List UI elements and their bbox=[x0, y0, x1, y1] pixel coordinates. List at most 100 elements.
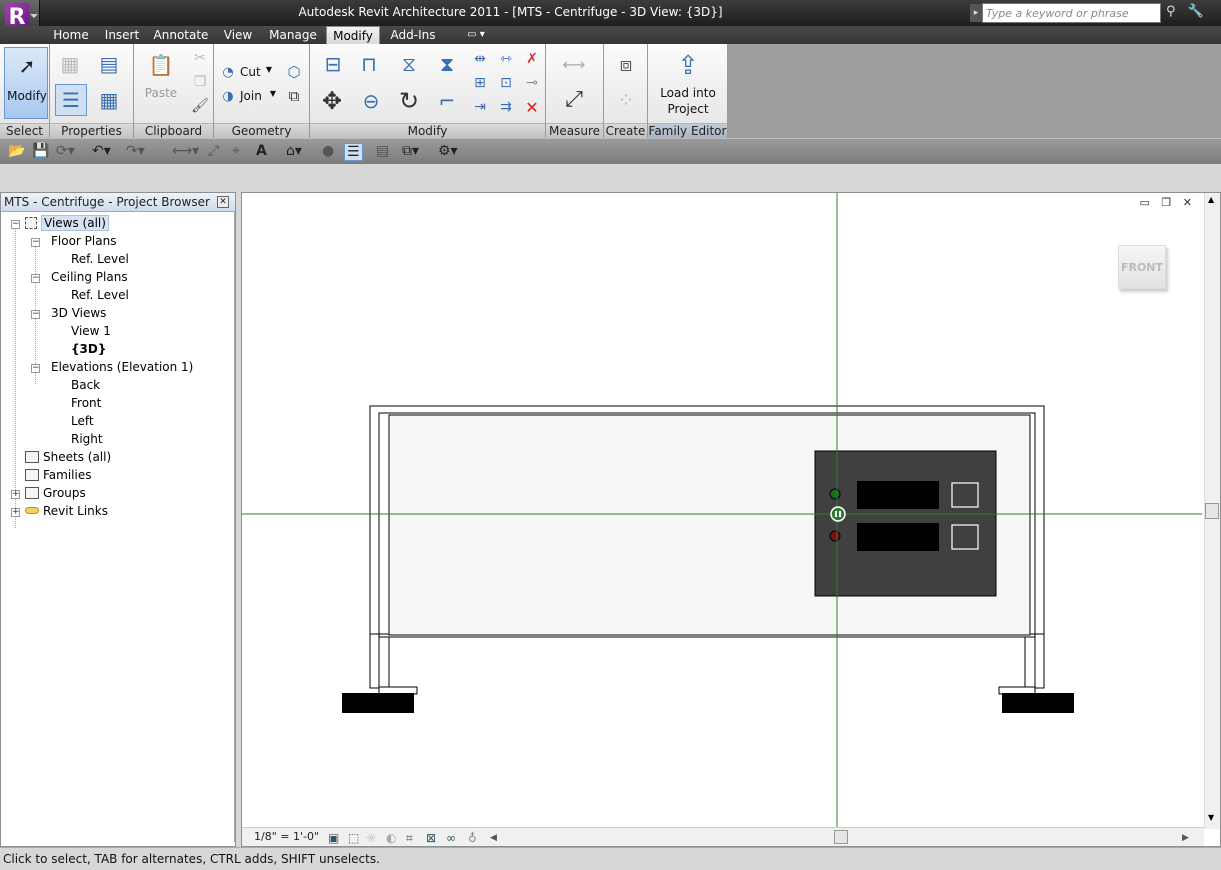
show-crop-icon[interactable]: ⊠ bbox=[426, 829, 436, 846]
align-icon[interactable]: ⊟ bbox=[316, 48, 350, 80]
text-quick-icon[interactable]: A bbox=[256, 143, 267, 159]
panel-family-editor-label[interactable]: Family Editor bbox=[648, 123, 727, 138]
match-properties-icon[interactable]: 🖌 bbox=[190, 96, 210, 116]
panel-properties-label[interactable]: Properties bbox=[50, 123, 133, 138]
horizontal-scroll-thumb[interactable] bbox=[834, 830, 848, 844]
tree-elev-left[interactable]: Left bbox=[71, 412, 94, 430]
trim-single-icon[interactable]: ⇥ bbox=[470, 96, 490, 118]
tree-elevations[interactable]: Elevations (Elevation 1) bbox=[51, 358, 193, 376]
tree-elev-right[interactable]: Right bbox=[71, 430, 103, 448]
collapse-toggle[interactable]: − bbox=[31, 274, 40, 283]
tree-floor-plans[interactable]: Floor Plans bbox=[51, 232, 116, 250]
open-icon[interactable]: 📂 bbox=[8, 143, 25, 159]
switch-windows-icon[interactable]: ⧉▾ bbox=[402, 143, 419, 159]
panel-modify-label[interactable]: Modify bbox=[310, 123, 545, 138]
trim-extend-corner-icon[interactable]: ⌐ bbox=[430, 84, 464, 118]
create-group-icon[interactable]: ⁘ bbox=[610, 84, 642, 116]
view-scale[interactable]: 1/8" = 1'-0" bbox=[254, 828, 319, 846]
close-icon[interactable]: ✕ bbox=[217, 196, 229, 208]
split-element-icon[interactable]: ⇹ bbox=[470, 48, 490, 70]
panel-geometry-label[interactable]: Geometry bbox=[214, 123, 309, 138]
tree-elev-back[interactable]: Back bbox=[71, 376, 100, 394]
split-face-icon[interactable]: ⧉ bbox=[284, 86, 304, 106]
delete-icon[interactable]: ✕ bbox=[522, 96, 542, 118]
tag-quick-icon[interactable]: ⌖ bbox=[232, 143, 240, 159]
model-view[interactable] bbox=[242, 193, 1202, 829]
collapse-toggle[interactable]: − bbox=[31, 364, 40, 373]
search-expand-arrow-icon[interactable]: ▸ bbox=[970, 4, 982, 22]
create-similar-icon[interactable]: ⧈ bbox=[610, 48, 642, 80]
scale-icon[interactable]: ⊡ bbox=[496, 72, 516, 94]
search-input[interactable] bbox=[982, 3, 1161, 23]
pin-icon[interactable]: ⊸ bbox=[522, 72, 542, 94]
measure-quick-icon[interactable]: ⟷▾ bbox=[172, 143, 199, 159]
tree-groups[interactable]: Groups bbox=[25, 484, 86, 502]
collapse-toggle[interactable]: − bbox=[31, 310, 40, 319]
tree-sheets[interactable]: Sheets (all) bbox=[25, 448, 111, 466]
button-bottom[interactable] bbox=[951, 524, 979, 550]
copy-icon[interactable]: ❐ bbox=[190, 72, 210, 92]
tree-views-all[interactable]: Views (all) bbox=[25, 214, 109, 232]
measure-between-refs-icon[interactable]: ⟷ bbox=[554, 54, 594, 74]
mirror-draw-axis-icon[interactable]: ⧗ bbox=[430, 48, 464, 80]
tab-annotate[interactable]: Annotate bbox=[151, 26, 211, 44]
tab-manage[interactable]: Manage bbox=[265, 26, 321, 44]
panel-clipboard-label[interactable]: Clipboard bbox=[134, 123, 213, 138]
cut-scissors-icon[interactable]: ✂ bbox=[190, 48, 210, 68]
binoculars-icon[interactable]: ⚲ 🔧 bbox=[1166, 4, 1208, 19]
tab-modify[interactable]: Modify bbox=[326, 26, 380, 45]
tree-ceiling-ref-level[interactable]: Ref. Level bbox=[71, 286, 129, 304]
vertical-scroll-thumb[interactable] bbox=[1205, 503, 1219, 519]
section-quick-icon[interactable]: ● bbox=[322, 143, 334, 159]
array-icon[interactable]: ⊞ bbox=[470, 72, 490, 94]
tree-families[interactable]: Families bbox=[25, 466, 91, 484]
move-icon[interactable]: ✥ bbox=[314, 84, 350, 118]
collapse-toggle[interactable]: − bbox=[11, 220, 20, 229]
cope-icon[interactable]: ⬡ bbox=[284, 62, 304, 82]
redo-icon[interactable]: ↷▾ bbox=[126, 143, 145, 159]
load-into-project-icon[interactable]: ⇪ bbox=[670, 48, 706, 84]
rotate-icon[interactable]: ↻ bbox=[392, 84, 426, 118]
drawing-area[interactable]: ▭ ❐ ✕ FRONT ▲ ▼ 1/8" = 1'-0" ▣ ⬚ ☼ ◐ ⌗ ⊠… bbox=[241, 192, 1221, 847]
tab-insert[interactable]: Insert bbox=[101, 26, 143, 44]
customize-qat-icon[interactable]: ⚙▾ bbox=[438, 143, 458, 159]
modify-button[interactable]: ➚ Modify bbox=[4, 47, 48, 119]
tree-revit-links[interactable]: Revit Links bbox=[25, 502, 108, 520]
sync-icon[interactable]: ⟳▾ bbox=[56, 143, 75, 159]
thin-lines-icon[interactable]: ☰ bbox=[344, 143, 363, 161]
tree-view-1[interactable]: View 1 bbox=[71, 322, 111, 340]
unpin-icon[interactable]: ✗ bbox=[522, 48, 542, 70]
scroll-down-arrow-icon[interactable]: ▼ bbox=[1208, 813, 1214, 822]
panel-select-label[interactable]: Select bbox=[0, 123, 49, 138]
scroll-up-arrow-icon[interactable]: ▲ bbox=[1208, 195, 1214, 204]
type-properties-icon[interactable]: ▦ bbox=[56, 50, 84, 78]
family-category-icon[interactable]: ▤ bbox=[94, 48, 124, 80]
tree-floor-ref-level[interactable]: Ref. Level bbox=[71, 250, 129, 268]
tab-view[interactable]: View bbox=[219, 26, 257, 44]
collapse-toggle[interactable]: − bbox=[31, 238, 40, 247]
dimension-quick-icon[interactable]: ⤢ bbox=[208, 143, 219, 159]
undo-icon[interactable]: ↶▾ bbox=[92, 143, 111, 159]
crop-view-icon[interactable]: ⌗ bbox=[406, 829, 413, 846]
scroll-left-arrow-icon[interactable]: ◀ bbox=[490, 829, 497, 846]
aligned-dimension-icon[interactable]: ⤢ bbox=[554, 84, 594, 114]
visual-style-icon[interactable]: ⬚ bbox=[348, 829, 359, 846]
family-types-icon[interactable]: ▦ bbox=[94, 84, 124, 116]
tab-add-ins[interactable]: Add-Ins bbox=[386, 26, 440, 44]
tree-view-3d[interactable]: {3D} bbox=[71, 340, 106, 358]
tree-3d-views[interactable]: 3D Views bbox=[51, 304, 106, 322]
vertical-scrollbar[interactable]: ▲ ▼ bbox=[1204, 193, 1220, 829]
panel-create-label[interactable]: Create bbox=[604, 123, 647, 138]
chevron-down-icon[interactable]: ▼ bbox=[268, 89, 278, 98]
ribbon-toggle-icon[interactable]: ▭ ▾ bbox=[460, 26, 492, 44]
close-hidden-windows-icon[interactable]: ▤ bbox=[376, 143, 389, 159]
split-gap-icon[interactable]: ⇿ bbox=[496, 48, 516, 70]
trim-multiple-icon[interactable]: ⇉ bbox=[496, 96, 516, 118]
properties-palette-icon[interactable]: ☰ bbox=[55, 84, 87, 116]
origin-pin-icon[interactable] bbox=[830, 506, 846, 522]
mirror-pick-axis-icon[interactable]: ⧖ bbox=[392, 48, 426, 80]
save-icon[interactable]: 💾 bbox=[32, 143, 49, 159]
expand-toggle[interactable]: + bbox=[11, 508, 20, 517]
load-into-project-line2[interactable]: Project bbox=[648, 102, 728, 116]
offset-icon[interactable]: ⊓ bbox=[352, 48, 386, 80]
